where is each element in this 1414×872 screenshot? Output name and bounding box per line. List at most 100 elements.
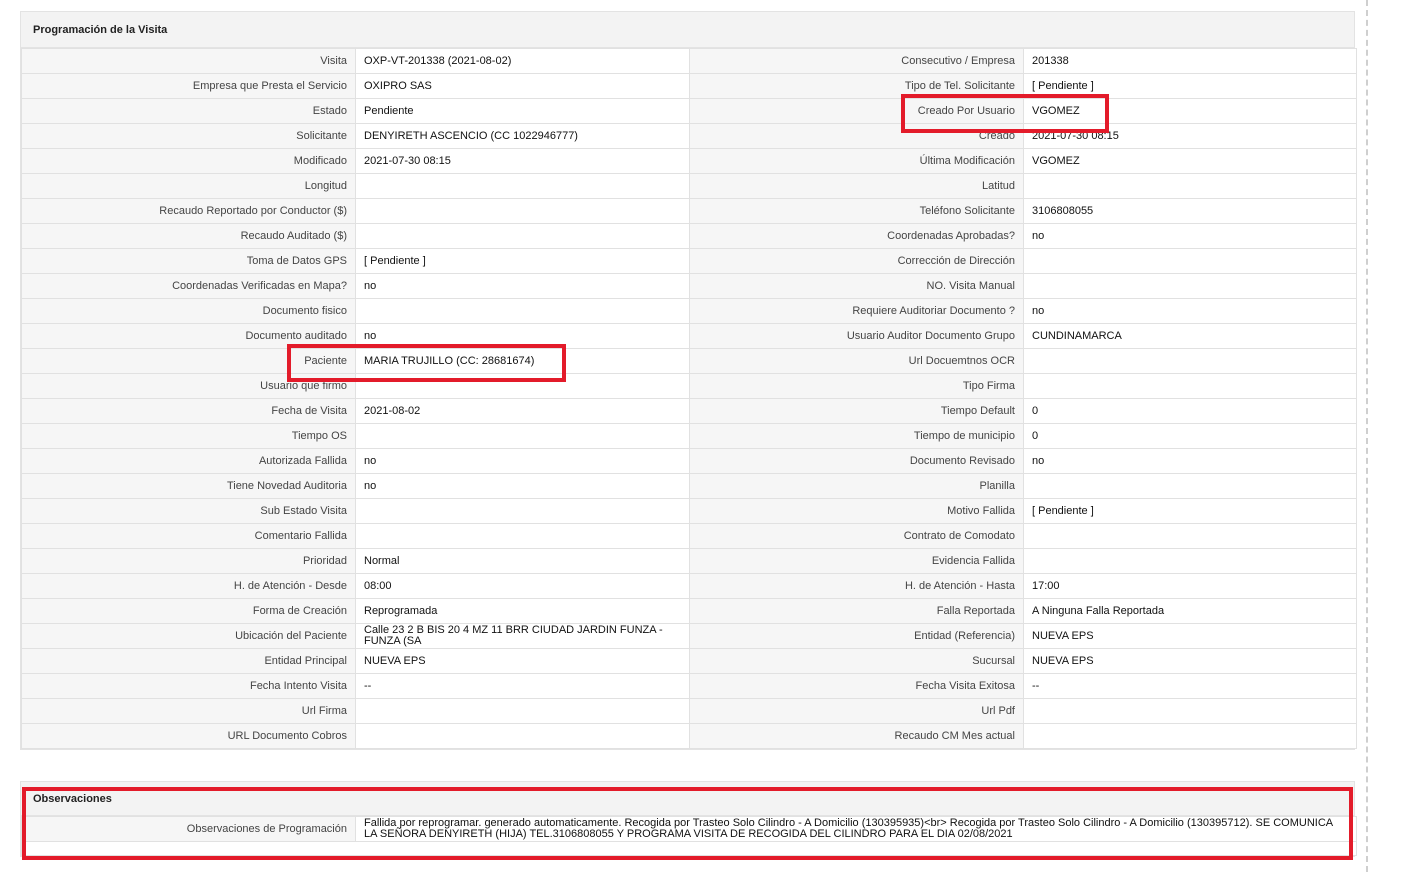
field-label: Consecutivo / Empresa: [689, 48, 1024, 74]
table-row: Forma de Creación Reprogramada Falla Repor…: [21, 598, 1357, 624]
field-value: 2021-07-30 08:15: [355, 148, 690, 174]
field-label: Fecha Visita Exitosa: [689, 673, 1024, 699]
field-value: [355, 523, 690, 549]
field-value: [1023, 698, 1357, 724]
table-row: Solicitante DENYIRETH ASCENCIO (CC 102294…: [21, 123, 1357, 149]
field-value: no: [1023, 448, 1357, 474]
table-row: Tiempo OS Tiempo de municipio 0: [21, 423, 1357, 449]
field-value: [1023, 348, 1357, 374]
field-value: [ Pendiente ]: [1023, 498, 1357, 524]
field-value: [1023, 173, 1357, 199]
field-value: [1023, 248, 1357, 274]
observations-table: Observaciones de Programación Fallida po…: [21, 816, 1357, 856]
field-label: Documento Revisado: [689, 448, 1024, 474]
table-row: Modificado 2021-07-30 08:15 Última Modific…: [21, 148, 1357, 174]
page-divider: [1366, 0, 1368, 872]
field-label: Latitud: [689, 173, 1024, 199]
field-label: Paciente: [21, 348, 356, 374]
field-value: [1023, 373, 1357, 399]
field-value: no: [355, 273, 690, 299]
table-row: Url Firma Url Pdf: [21, 698, 1357, 724]
field-value: NUEVA EPS: [1023, 648, 1357, 674]
field-label: Forma de Creación: [21, 598, 356, 624]
table-row: Documento auditado no Usuario Auditor Doc…: [21, 323, 1357, 349]
field-value: [355, 723, 690, 749]
field-label: Usuario que firmo: [21, 373, 356, 399]
table-row: [21, 841, 1357, 856]
field-value: 201338: [1023, 48, 1357, 74]
table-row: Fecha de Visita 2021-08-02 Tiempo Default…: [21, 398, 1357, 424]
field-value: [1023, 473, 1357, 499]
field-label: Fecha Intento Visita: [21, 673, 356, 699]
table-row: Usuario que firmo Tipo Firma: [21, 373, 1357, 399]
field-value: Calle 23 2 B BIS 20 4 MZ 11 BRR CIUDAD J…: [355, 623, 690, 649]
field-label: Sucursal: [689, 648, 1024, 674]
observations-panel: Observaciones Observaciones de Programac…: [20, 781, 1357, 857]
field-value: 2021-07-30 08:15: [1023, 123, 1357, 149]
field-value: [355, 298, 690, 324]
field-label: Tiempo OS: [21, 423, 356, 449]
table-row: Empresa que Presta el Servicio OXIPRO SAS…: [21, 73, 1357, 99]
field-label: Última Modificación: [689, 148, 1024, 174]
table-row: Comentario Fallida Contrato de Comodato: [21, 523, 1357, 549]
field-label: Autorizada Fallida: [21, 448, 356, 474]
field-value: CUNDINAMARCA: [1023, 323, 1357, 349]
field-value: --: [1023, 673, 1357, 699]
field-label: Recaudo Reportado por Conductor ($): [21, 198, 356, 224]
field-label: Tipo de Tel. Solicitante: [689, 73, 1024, 99]
field-label: Ubicación del Paciente: [21, 623, 356, 649]
field-label: Planilla: [689, 473, 1024, 499]
field-label: Url Docuemtnos OCR: [689, 348, 1024, 374]
field-value: [355, 698, 690, 724]
field-label: Entidad Principal: [21, 648, 356, 674]
field-value: no: [355, 323, 690, 349]
table-row: Observaciones de Programación Fallida po…: [21, 816, 1357, 842]
field-value: [355, 373, 690, 399]
table-row: Visita OXP-VT-201338 (2021-08-02) Consecut…: [21, 48, 1357, 74]
field-label: Url Pdf: [689, 698, 1024, 724]
table-row: Recaudo Reportado por Conductor ($) Teléf…: [21, 198, 1357, 224]
field-label: Comentario Fallida: [21, 523, 356, 549]
field-value: 17:00: [1023, 573, 1357, 599]
field-value: [1023, 548, 1357, 574]
field-value: [ Pendiente ]: [355, 248, 690, 274]
field-value: VGOMEZ: [1023, 98, 1357, 124]
field-value: --: [355, 673, 690, 699]
field-value: Normal: [355, 548, 690, 574]
table-row: URL Documento Cobros Recaudo CM Mes actua…: [21, 723, 1357, 749]
field-label: Requiere Auditoriar Documento ?: [689, 298, 1024, 324]
field-label: Motivo Fallida: [689, 498, 1024, 524]
field-label: Teléfono Solicitante: [689, 198, 1024, 224]
field-value: Pendiente: [355, 98, 690, 124]
field-label: Longitud: [21, 173, 356, 199]
table-row: Longitud Latitud: [21, 173, 1357, 199]
table-row: H. de Atención - Desde 08:00 H. de Atenció…: [21, 573, 1357, 599]
field-value: [355, 498, 690, 524]
field-label: Documento auditado: [21, 323, 356, 349]
table-row: Fecha Intento Visita -- Fecha Visita Exit…: [21, 673, 1357, 699]
field-value: OXIPRO SAS: [355, 73, 690, 99]
empty-cell: [355, 841, 1357, 856]
field-label: Visita: [21, 48, 356, 74]
field-value: VGOMEZ: [1023, 148, 1357, 174]
field-value: OXP-VT-201338 (2021-08-02): [355, 48, 690, 74]
field-value: [1023, 273, 1357, 299]
field-value: [1023, 523, 1357, 549]
field-label: H. de Atención - Hasta: [689, 573, 1024, 599]
panel-title: Programación de la Visita: [21, 12, 1354, 48]
field-label: Contrato de Comodato: [689, 523, 1024, 549]
field-value: 3106808055: [1023, 198, 1357, 224]
field-value: no: [1023, 223, 1357, 249]
field-label: Creado: [689, 123, 1024, 149]
table-row: Autorizada Fallida no Documento Revisado …: [21, 448, 1357, 474]
field-value: NUEVA EPS: [355, 648, 690, 674]
field-label: Creado Por Usuario: [689, 98, 1024, 124]
field-label: Evidencia Fallida: [689, 548, 1024, 574]
field-value: MARIA TRUJILLO (CC: 28681674): [355, 348, 690, 374]
field-value: 0: [1023, 423, 1357, 449]
table-row: Estado Pendiente Creado Por Usuario VGOMEZ: [21, 98, 1357, 124]
field-label: Sub Estado Visita: [21, 498, 356, 524]
field-label: Prioridad: [21, 548, 356, 574]
field-label: URL Documento Cobros: [21, 723, 356, 749]
table-row: Coordenadas Verificadas en Mapa? no NO. V…: [21, 273, 1357, 299]
